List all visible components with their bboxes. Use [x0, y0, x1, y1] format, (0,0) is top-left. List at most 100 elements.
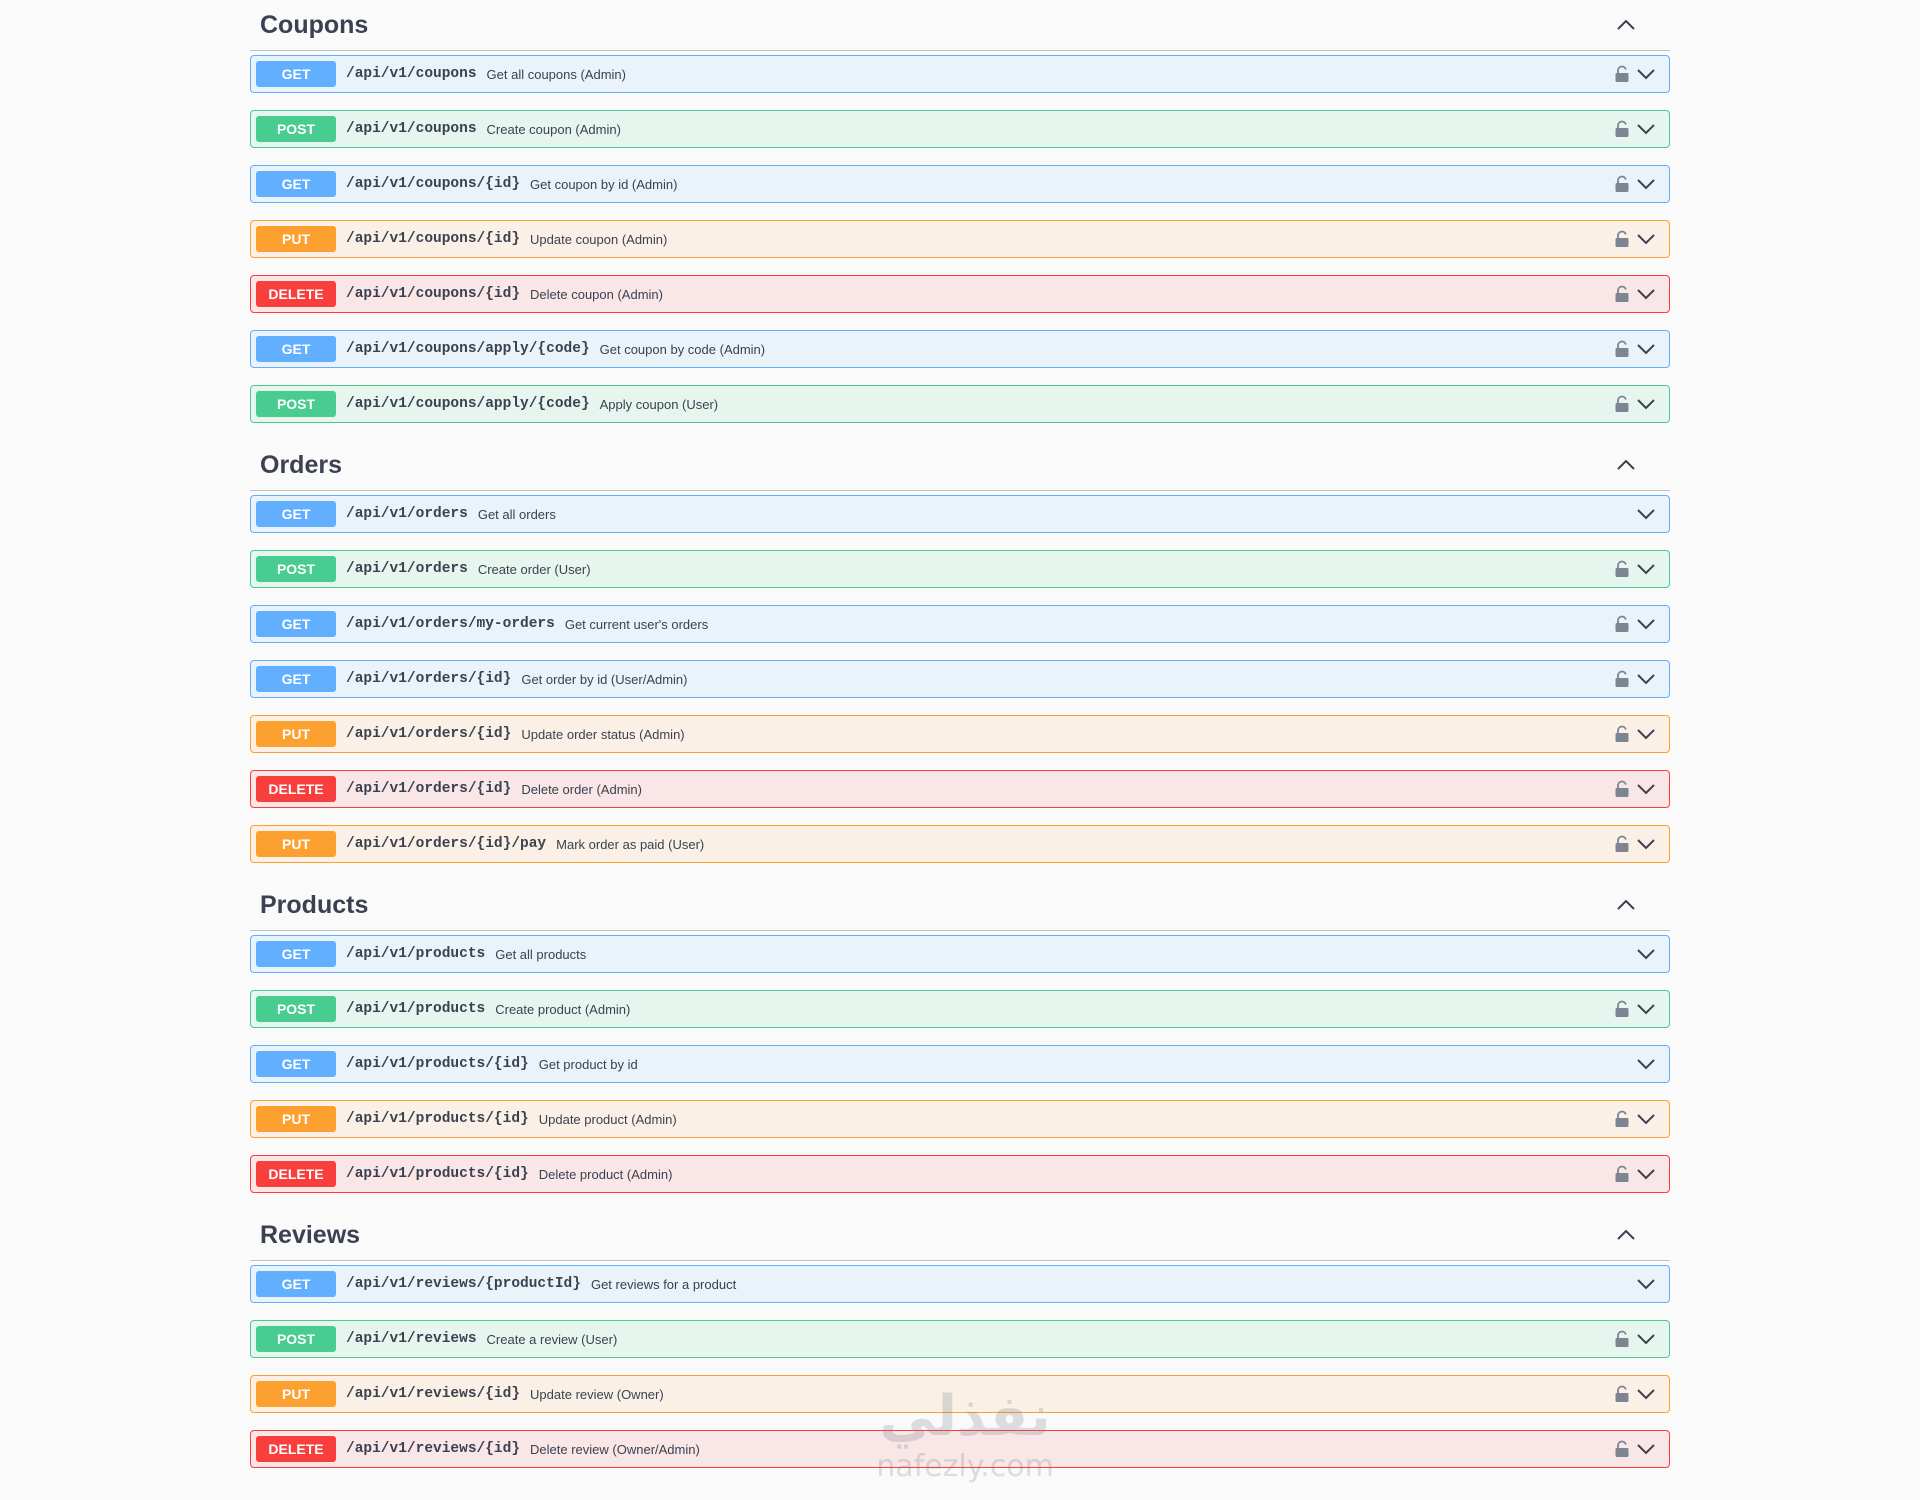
chevron-down-icon[interactable] — [1636, 1167, 1656, 1181]
operation-icons — [1636, 1057, 1656, 1071]
tag-header-reviews[interactable]: Reviews — [250, 1210, 1670, 1261]
operation-summary: Get all coupons (Admin) — [486, 66, 626, 82]
lock-icon[interactable] — [1614, 615, 1630, 633]
operation-get[interactable]: GET/api/v1/coupons/apply/{code} Get coupo… — [250, 330, 1670, 368]
chevron-up-icon[interactable] — [1614, 13, 1638, 37]
operation-summary: Mark order as paid (User) — [556, 836, 705, 852]
operation-get[interactable]: GET/api/v1/reviews/{productId} Get review… — [250, 1265, 1670, 1303]
operation-icons — [1614, 395, 1656, 413]
operation-post[interactable]: POST/api/v1/products Create product (Admi… — [250, 990, 1670, 1028]
lock-icon[interactable] — [1614, 1440, 1630, 1458]
lock-icon[interactable] — [1614, 1000, 1630, 1018]
chevron-down-icon[interactable] — [1636, 1277, 1656, 1291]
operation-icons — [1614, 120, 1656, 138]
operation-put[interactable]: PUT/api/v1/products/{id} Update product (… — [250, 1100, 1670, 1138]
chevron-down-icon[interactable] — [1636, 122, 1656, 136]
operation-icons — [1636, 947, 1656, 961]
chevron-down-icon[interactable] — [1636, 507, 1656, 521]
operation-path: /api/v1/products/{id} — [346, 1111, 529, 1127]
lock-icon[interactable] — [1614, 340, 1630, 358]
chevron-up-icon[interactable] — [1614, 893, 1638, 917]
operation-put[interactable]: PUT/api/v1/orders/{id} Update order statu… — [250, 715, 1670, 753]
chevron-down-icon[interactable] — [1636, 67, 1656, 81]
tag-header-coupons[interactable]: Coupons — [250, 0, 1670, 51]
method-badge: GET — [256, 666, 336, 692]
lock-icon[interactable] — [1614, 780, 1630, 798]
operation-delete[interactable]: DELETE/api/v1/products/{id} Delete produc… — [250, 1155, 1670, 1193]
method-badge: POST — [256, 116, 336, 142]
chevron-down-icon[interactable] — [1636, 837, 1656, 851]
operation-path: /api/v1/coupons/{id} — [346, 176, 521, 192]
chevron-down-icon[interactable] — [1636, 397, 1656, 411]
tag-header-products[interactable]: Products — [250, 880, 1670, 931]
lock-icon[interactable] — [1614, 670, 1630, 688]
method-badge: GET — [256, 501, 336, 527]
lock-icon[interactable] — [1614, 395, 1630, 413]
operation-post[interactable]: POST/api/v1/coupons Create coupon (Admin) — [250, 110, 1670, 148]
operation-icons — [1614, 780, 1656, 798]
lock-icon[interactable] — [1614, 1110, 1630, 1128]
operation-delete[interactable]: DELETE/api/v1/orders/{id} Delete order (A… — [250, 770, 1670, 808]
lock-icon[interactable] — [1614, 1330, 1630, 1348]
lock-icon[interactable] — [1614, 835, 1630, 853]
chevron-up-icon[interactable] — [1614, 1223, 1638, 1247]
method-badge: GET — [256, 1271, 336, 1297]
operation-icons — [1636, 1277, 1656, 1291]
operation-get[interactable]: GET/api/v1/coupons/{id} Get coupon by id … — [250, 165, 1670, 203]
lock-icon[interactable] — [1614, 65, 1630, 83]
lock-icon[interactable] — [1614, 285, 1630, 303]
operation-get[interactable]: GET/api/v1/products Get all products — [250, 935, 1670, 973]
lock-icon[interactable] — [1614, 230, 1630, 248]
operation-summary: Get order by id (User/Admin) — [521, 671, 688, 687]
chevron-down-icon[interactable] — [1636, 1442, 1656, 1456]
api-docs-container: Coupons GET/api/v1/coupons Get all coupons… — [250, 0, 1670, 1485]
chevron-down-icon[interactable] — [1636, 1002, 1656, 1016]
operation-post[interactable]: POST/api/v1/reviews Create a review (User… — [250, 1320, 1670, 1358]
lock-icon[interactable] — [1614, 1385, 1630, 1403]
chevron-down-icon[interactable] — [1636, 947, 1656, 961]
operation-summary: Delete coupon (Admin) — [530, 286, 663, 302]
chevron-down-icon[interactable] — [1636, 562, 1656, 576]
chevron-down-icon[interactable] — [1636, 782, 1656, 796]
chevron-down-icon[interactable] — [1636, 727, 1656, 741]
lock-icon[interactable] — [1614, 1165, 1630, 1183]
chevron-down-icon[interactable] — [1636, 1057, 1656, 1071]
operation-post[interactable]: POST/api/v1/orders Create order (User) — [250, 550, 1670, 588]
chevron-down-icon[interactable] — [1636, 1112, 1656, 1126]
operation-get[interactable]: GET/api/v1/products/{id} Get product by i… — [250, 1045, 1670, 1083]
method-badge: GET — [256, 61, 336, 87]
operation-put[interactable]: PUT/api/v1/reviews/{id} Update review (Ow… — [250, 1375, 1670, 1413]
lock-icon[interactable] — [1614, 120, 1630, 138]
lock-icon[interactable] — [1614, 175, 1630, 193]
operation-get[interactable]: GET/api/v1/orders Get all orders — [250, 495, 1670, 533]
operation-delete[interactable]: DELETE/api/v1/coupons/{id} Delete coupon … — [250, 275, 1670, 313]
operation-get[interactable]: GET/api/v1/orders/{id} Get order by id (U… — [250, 660, 1670, 698]
method-badge: GET — [256, 336, 336, 362]
chevron-down-icon[interactable] — [1636, 232, 1656, 246]
chevron-up-icon[interactable] — [1614, 453, 1638, 477]
lock-icon[interactable] — [1614, 560, 1630, 578]
method-badge: GET — [256, 171, 336, 197]
chevron-down-icon[interactable] — [1636, 177, 1656, 191]
lock-icon[interactable] — [1614, 725, 1630, 743]
chevron-down-icon[interactable] — [1636, 617, 1656, 631]
operation-summary: Get all products — [495, 946, 587, 962]
operation-get[interactable]: GET/api/v1/orders/my-orders Get current u… — [250, 605, 1670, 643]
operation-path: /api/v1/coupons — [346, 66, 477, 82]
operation-put[interactable]: PUT/api/v1/orders/{id}/pay Mark order as … — [250, 825, 1670, 863]
chevron-down-icon[interactable] — [1636, 1387, 1656, 1401]
operation-summary: Get all orders — [477, 506, 556, 522]
operation-path: /api/v1/orders/{id} — [346, 726, 512, 742]
tag-header-orders[interactable]: Orders — [250, 440, 1670, 491]
operation-summary: Update product (Admin) — [538, 1111, 677, 1127]
operation-delete[interactable]: DELETE/api/v1/reviews/{id} Delete review … — [250, 1430, 1670, 1468]
chevron-down-icon[interactable] — [1636, 287, 1656, 301]
chevron-down-icon[interactable] — [1636, 342, 1656, 356]
operation-get[interactable]: GET/api/v1/coupons Get all coupons (Admin… — [250, 55, 1670, 93]
chevron-down-icon[interactable] — [1636, 1332, 1656, 1346]
operation-put[interactable]: PUT/api/v1/coupons/{id} Update coupon (Ad… — [250, 220, 1670, 258]
tag-title: Products — [260, 890, 369, 919]
chevron-down-icon[interactable] — [1636, 672, 1656, 686]
operation-post[interactable]: POST/api/v1/coupons/apply/{code} Apply co… — [250, 385, 1670, 423]
tag-title: Reviews — [260, 1220, 361, 1249]
